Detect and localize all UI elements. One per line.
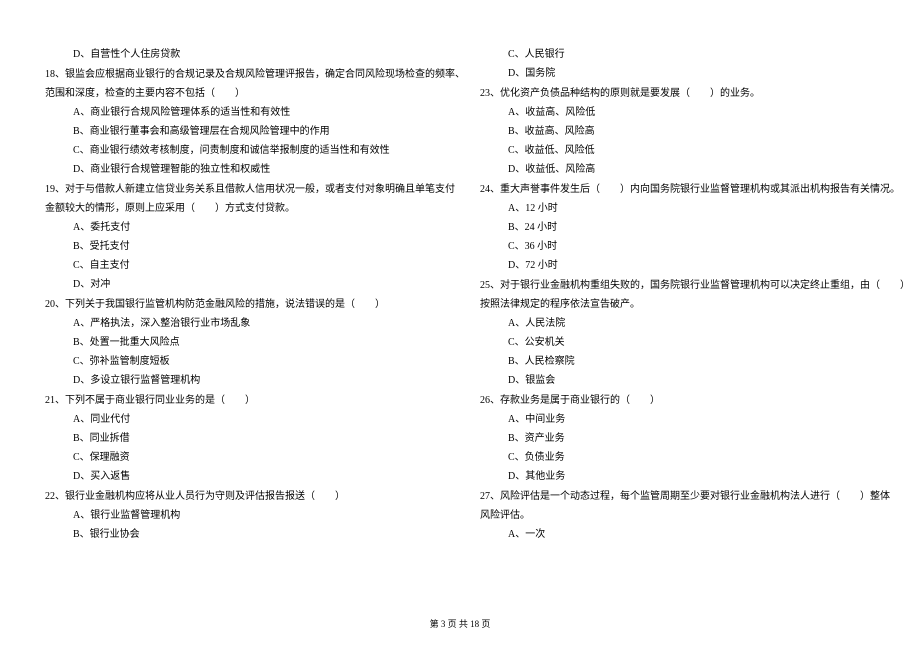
q26-opt-a: A、中间业务 — [480, 410, 895, 429]
q19-opt-a: A、委托支付 — [45, 218, 460, 237]
q24-opt-b: B、24 小时 — [480, 218, 895, 237]
q22-opt-d: D、国务院 — [480, 64, 895, 83]
q21-opt-d: D、买入返售 — [45, 467, 460, 486]
page-content: D、自营性个人住房贷款 18、银监会应根据商业银行的合规记录及合规风险管理评报告… — [45, 45, 875, 544]
left-column: D、自营性个人住房贷款 18、银监会应根据商业银行的合规记录及合规风险管理评报告… — [45, 45, 460, 544]
q21-stem: 21、下列不属于商业银行同业业务的是（ ） — [45, 391, 460, 410]
q25-opt-d: D、银监会 — [480, 371, 895, 390]
q21-opt-b: B、同业拆借 — [45, 429, 460, 448]
q23-opt-c: C、收益低、风险低 — [480, 141, 895, 160]
page-footer: 第 3 页 共 18 页 — [0, 617, 920, 630]
q18-stem-b: 范围和深度，检查的主要内容不包括（ ） — [45, 84, 460, 103]
q24-opt-c: C、36 小时 — [480, 237, 895, 256]
q22-stem: 22、银行业金融机构应将从业人员行为守则及评估报告报送（ ） — [45, 487, 460, 506]
q18-opt-c: C、商业银行绩效考核制度，问责制度和诚信举报制度的适当性和有效性 — [45, 141, 460, 160]
q25-stem-b: 按照法律规定的程序依法宣告破产。 — [480, 295, 895, 314]
q20-opt-d: D、多设立银行监督管理机构 — [45, 371, 460, 390]
q27-opt-a: A、一次 — [480, 525, 895, 544]
q27-stem: 27、风险评估是一个动态过程，每个监管周期至少要对银行业金融机构法人进行（ ）整… — [480, 487, 895, 506]
q26-opt-d: D、其他业务 — [480, 467, 895, 486]
q25-stem: 25、对于银行业金融机构重组失败的，国务院银行业监督管理机构可以决定终止重组，由… — [480, 276, 895, 295]
q18-opt-d: D、商业银行合规管理智能的独立性和权威性 — [45, 160, 460, 179]
q22-opt-a: A、银行业监督管理机构 — [45, 506, 460, 525]
q20-opt-b: B、处置一批重大风险点 — [45, 333, 460, 352]
q17-opt-d: D、自营性个人住房贷款 — [45, 45, 460, 64]
right-column: C、人民银行 D、国务院 23、优化资产负债品种结构的原则就是要发展（ ）的业务… — [480, 45, 895, 544]
q23-opt-a: A、收益高、风险低 — [480, 103, 895, 122]
q22-opt-b: B、银行业协会 — [45, 525, 460, 544]
q21-opt-a: A、同业代付 — [45, 410, 460, 429]
q18-stem: 18、银监会应根据商业银行的合规记录及合规风险管理评报告，确定合同风险现场检查的… — [45, 65, 460, 84]
q26-opt-c: C、负债业务 — [480, 448, 895, 467]
q24-stem: 24、重大声誉事件发生后（ ）内向国务院银行业监督管理机构或其派出机构报告有关情… — [480, 180, 895, 199]
q25-opt-a: A、人民法院 — [480, 314, 895, 333]
q26-opt-b: B、资产业务 — [480, 429, 895, 448]
q19-opt-c: C、自主支付 — [45, 256, 460, 275]
q22-opt-c: C、人民银行 — [480, 45, 895, 64]
q23-opt-b: B、收益高、风险高 — [480, 122, 895, 141]
q23-opt-d: D、收益低、风险高 — [480, 160, 895, 179]
q19-opt-b: B、受托支付 — [45, 237, 460, 256]
q20-stem: 20、下列关于我国银行监管机构防范金融风险的措施，说法错误的是（ ） — [45, 295, 460, 314]
q23-stem: 23、优化资产负债品种结构的原则就是要发展（ ）的业务。 — [480, 84, 895, 103]
q21-opt-c: C、保理融资 — [45, 448, 460, 467]
q19-opt-d: D、对冲 — [45, 275, 460, 294]
q27-stem-b: 风险评估。 — [480, 506, 895, 525]
q18-opt-a: A、商业银行合规风险管理体系的适当性和有效性 — [45, 103, 460, 122]
q24-opt-a: A、12 小时 — [480, 199, 895, 218]
q19-stem-b: 金额较大的情形，原则上应采用（ ）方式支付贷款。 — [45, 199, 460, 218]
q20-opt-a: A、严格执法，深入整治银行业市场乱象 — [45, 314, 460, 333]
q24-opt-d: D、72 小时 — [480, 256, 895, 275]
q19-stem: 19、对于与借款人新建立信贷业务关系且借款人信用状况一般，或者支付对象明确且单笔… — [45, 180, 460, 199]
q25-opt-c: B、人民检察院 — [480, 352, 895, 371]
q25-opt-b: C、公安机关 — [480, 333, 895, 352]
q26-stem: 26、存款业务是属于商业银行的（ ） — [480, 391, 895, 410]
q20-opt-c: C、弥补监管制度短板 — [45, 352, 460, 371]
q18-opt-b: B、商业银行董事会和高级管理层在合规风险管理中的作用 — [45, 122, 460, 141]
